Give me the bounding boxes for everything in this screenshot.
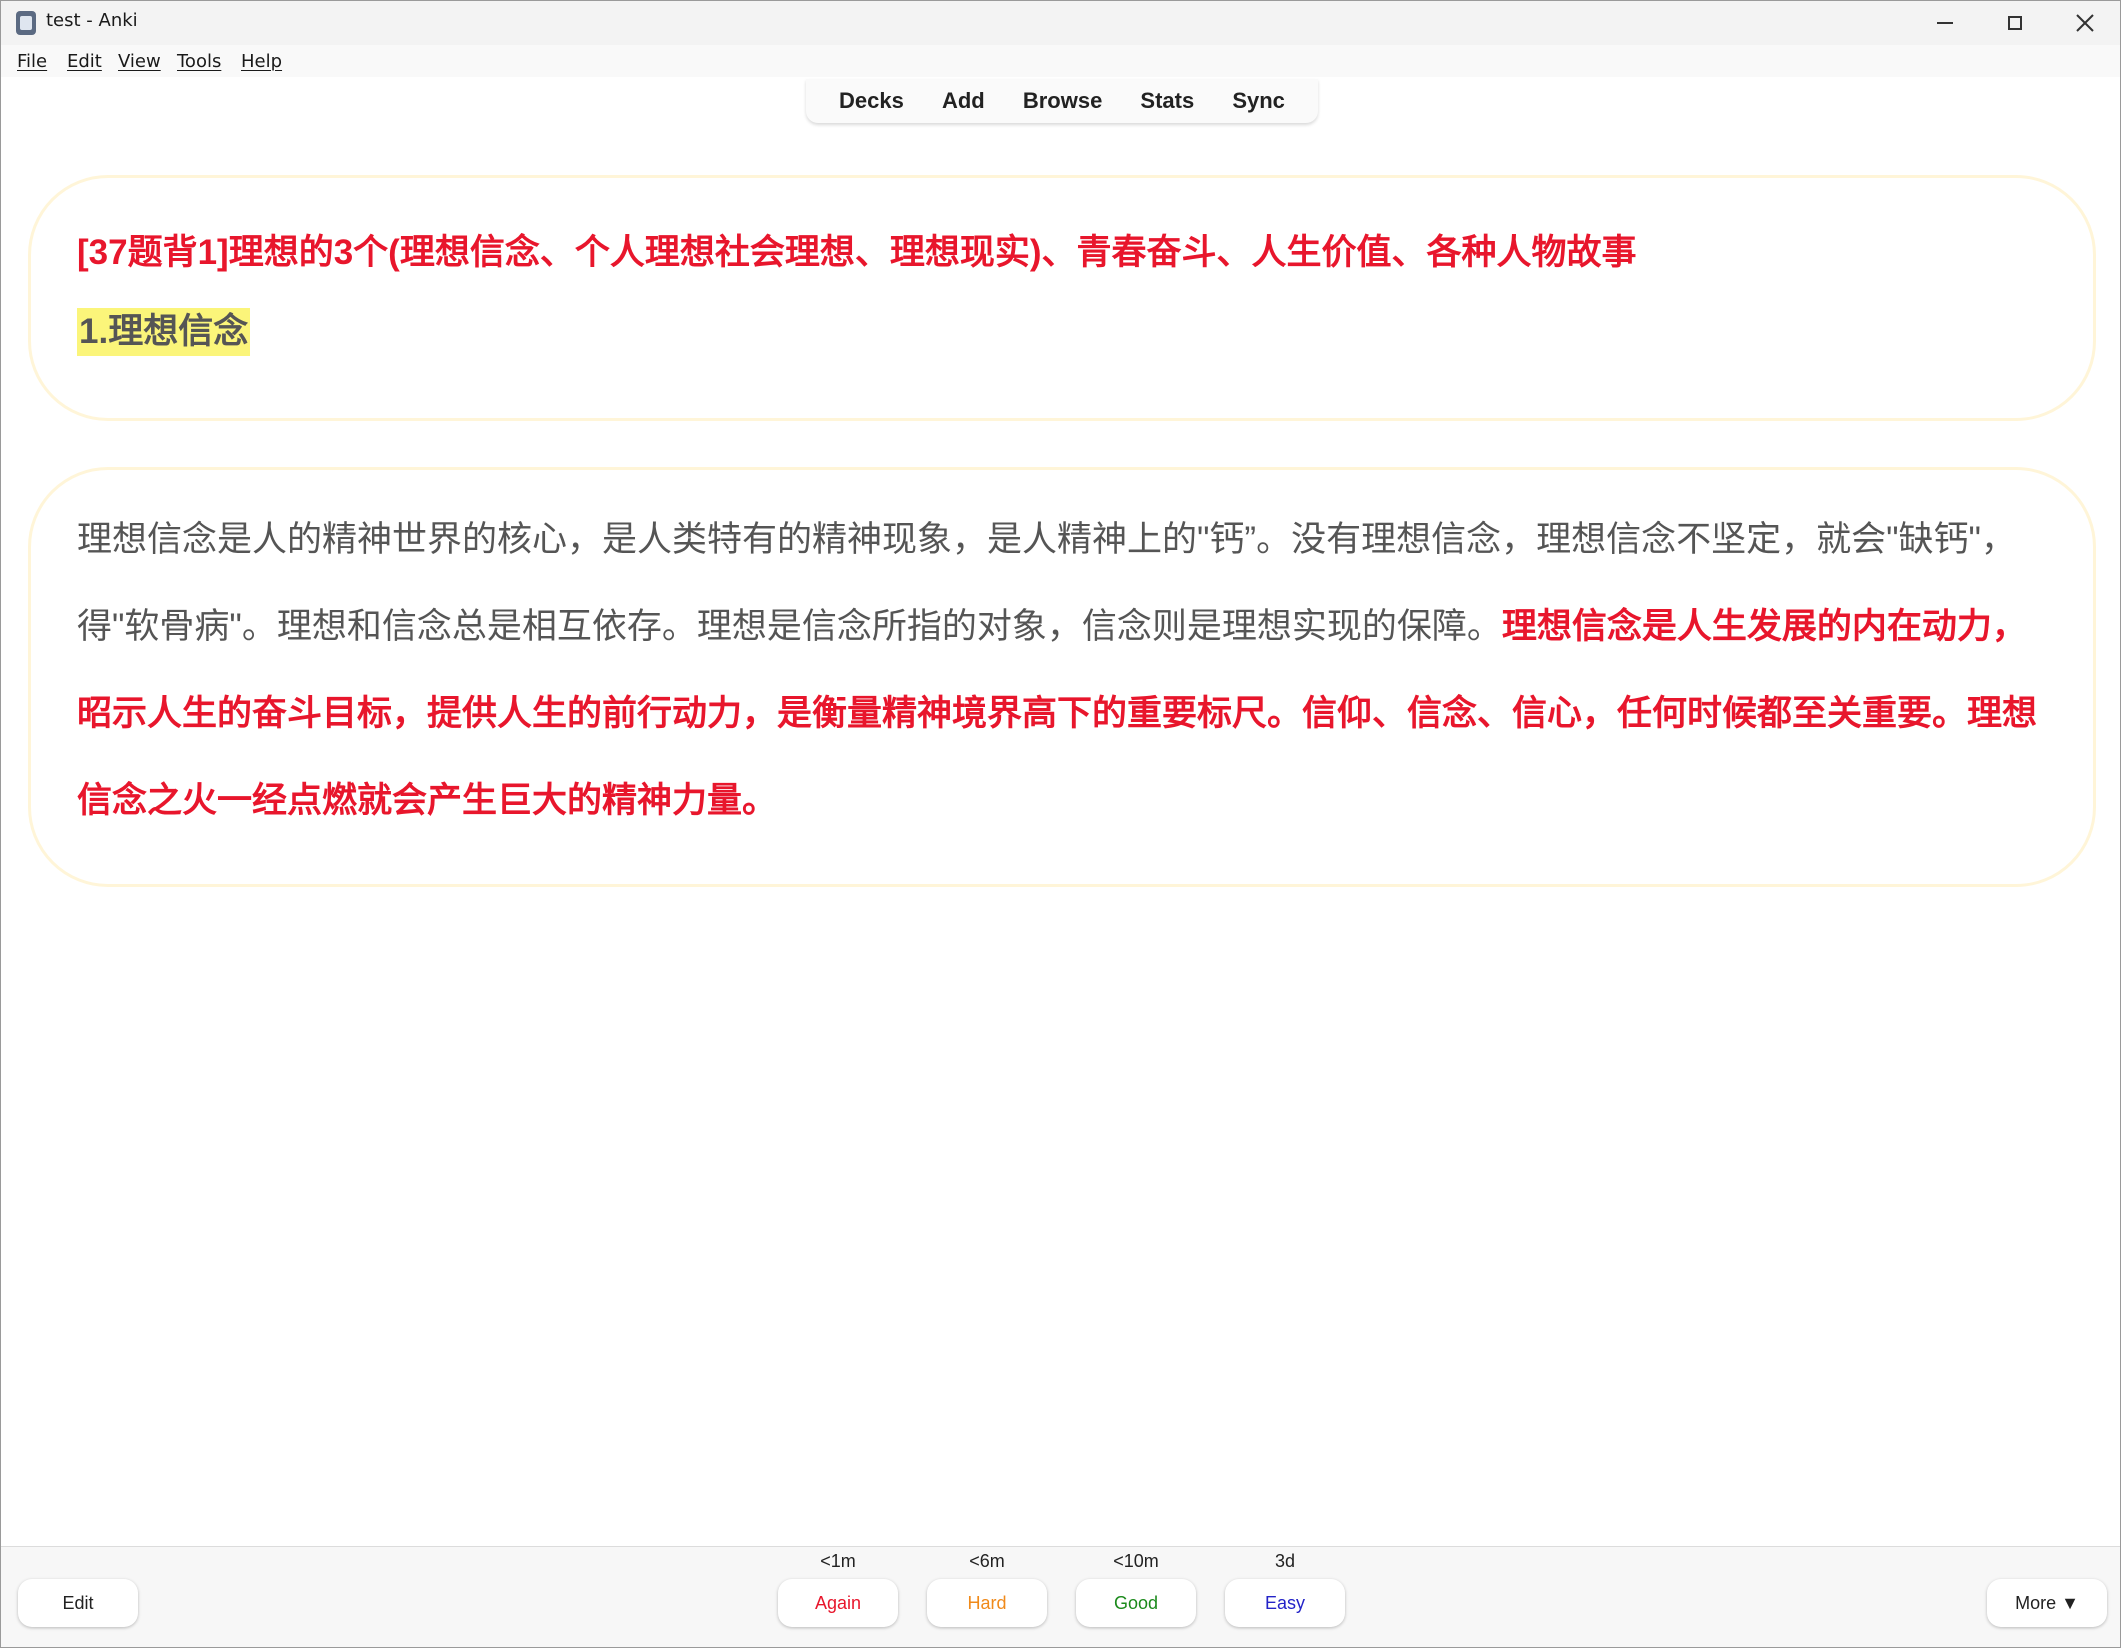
menu-edit[interactable]: Edit <box>67 51 102 72</box>
close-icon <box>2076 14 2094 32</box>
menu-help[interactable]: Help <box>241 51 282 72</box>
title-bar: test - Anki <box>1 1 2120 45</box>
close-button[interactable] <box>2051 1 2119 45</box>
anki-app-icon <box>16 11 36 35</box>
main-toolbar: Decks Add Browse Stats Sync <box>806 79 1318 123</box>
menu-tools[interactable]: Tools <box>177 51 221 72</box>
minimize-icon <box>1937 22 1953 24</box>
toolbar-decks[interactable]: Decks <box>831 84 912 118</box>
toolbar-sync[interactable]: Sync <box>1224 84 1293 118</box>
card-front: [37题背1]理想的3个(理想信念、个人理想社会理想、理想现实)、青春奋斗、人生… <box>28 175 2096 421</box>
toolbar-add[interactable]: Add <box>934 84 993 118</box>
review-bottom-bar: Edit <1m <6m <10m 3d Again Hard Good Eas… <box>1 1546 2120 1647</box>
hard-interval: <6m <box>969 1551 1005 1571</box>
card-question-subtitle: 1.理想信念 <box>77 308 251 356</box>
maximize-button[interactable] <box>1981 1 2049 45</box>
edit-button[interactable]: Edit <box>18 1579 138 1627</box>
toolbar-stats[interactable]: Stats <box>1132 84 1202 118</box>
menu-bar: File Edit View Tools Help <box>1 45 2120 77</box>
maximize-icon <box>2008 16 2022 30</box>
anki-window: test - Anki File Edit View Tools Help De… <box>0 0 2121 1648</box>
card-question-title: [37题背1]理想的3个(理想信念、个人理想社会理想、理想现实)、青春奋斗、人生… <box>77 233 1637 272</box>
card-answer-text: 理想信念是人的精神世界的核心，是人类特有的精神现象，是人精神上的"钙”。没有理想… <box>77 496 2057 844</box>
minimize-button[interactable] <box>1911 1 1979 45</box>
menu-file[interactable]: File <box>17 51 47 72</box>
good-button[interactable]: Good <box>1076 1579 1196 1627</box>
good-interval: <10m <box>1113 1551 1159 1571</box>
menu-view[interactable]: View <box>118 51 161 72</box>
again-interval: <1m <box>820 1551 856 1571</box>
easy-button[interactable]: Easy <box>1225 1579 1345 1627</box>
hard-button[interactable]: Hard <box>927 1579 1047 1627</box>
window-title: test - Anki <box>46 10 138 31</box>
card-back: 理想信念是人的精神世界的核心，是人类特有的精神现象，是人精神上的"钙”。没有理想… <box>28 467 2096 887</box>
toolbar-browse[interactable]: Browse <box>1015 84 1110 118</box>
more-button[interactable]: More ▼ <box>1987 1579 2107 1627</box>
again-button[interactable]: Again <box>778 1579 898 1627</box>
easy-interval: 3d <box>1274 1551 1296 1571</box>
